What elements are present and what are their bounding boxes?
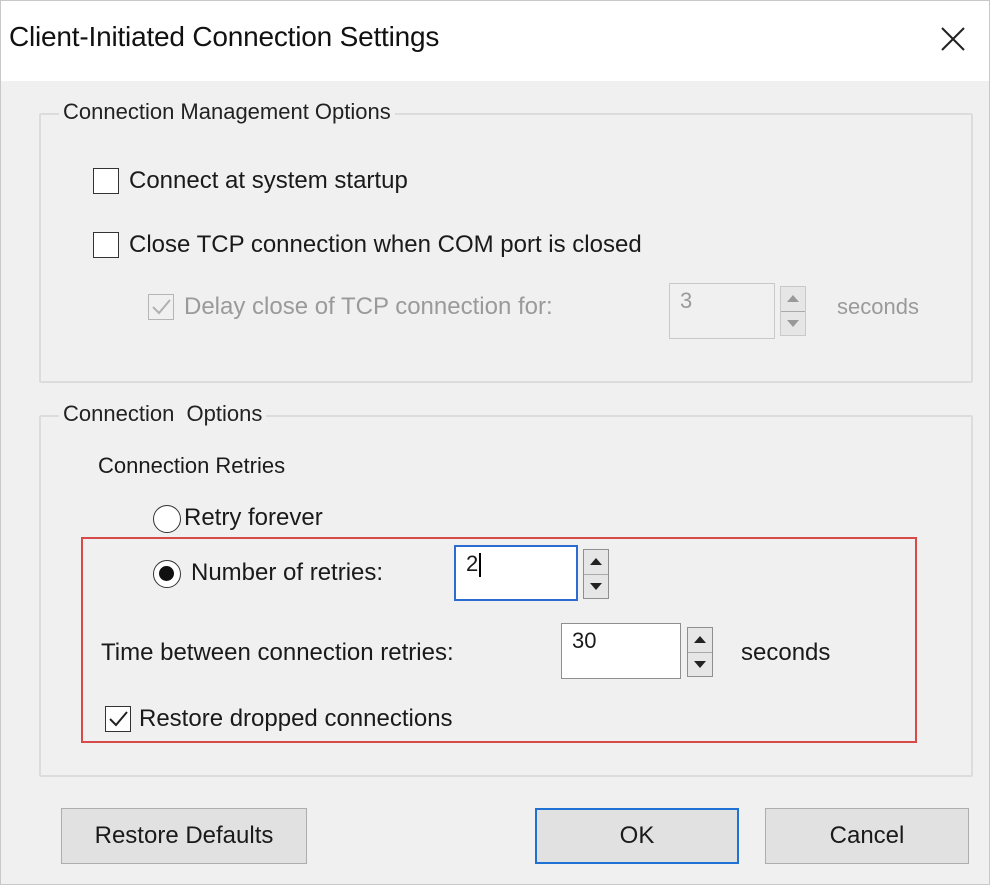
dialog-window: Client-Initiated Connection Settings Con…: [0, 0, 990, 885]
delay-close-unit: seconds: [837, 294, 919, 319]
restore-dropped-checkbox[interactable]: [105, 706, 131, 732]
checkmark-icon: [109, 711, 128, 727]
close-icon: [941, 27, 965, 51]
cancel-button[interactable]: Cancel: [765, 808, 969, 864]
delay-close-spinner[interactable]: [780, 286, 806, 336]
number-of-retries-radio[interactable]: [153, 560, 181, 588]
time-between-value: 30: [572, 628, 597, 653]
close-tcp-label[interactable]: Close TCP connection when COM port is cl…: [129, 231, 642, 259]
delay-close-checkbox[interactable]: [148, 294, 174, 320]
spin-up-icon[interactable]: [781, 287, 805, 312]
connection-management-legend: Connection Management Options: [59, 99, 395, 125]
checkmark-icon: [152, 299, 171, 315]
time-between-input[interactable]: 30: [561, 623, 681, 679]
ok-button[interactable]: OK: [535, 808, 739, 864]
connection-retries-heading: Connection Retries: [98, 453, 286, 478]
spin-down-icon[interactable]: [688, 653, 712, 677]
spin-down-icon[interactable]: [781, 312, 805, 336]
time-between-label: Time between connection retries:: [101, 639, 454, 666]
dialog-title: Client-Initiated Connection Settings: [9, 21, 440, 52]
close-button[interactable]: [933, 19, 973, 59]
radio-selected-dot: [159, 566, 174, 581]
delay-close-input[interactable]: 3: [669, 283, 775, 339]
retry-forever-label[interactable]: Retry forever: [184, 504, 323, 532]
number-of-retries-spinner[interactable]: [583, 549, 609, 599]
delay-close-value: 3: [680, 288, 693, 313]
spin-up-icon[interactable]: [688, 628, 712, 653]
connect-startup-label[interactable]: Connect at system startup: [129, 167, 408, 195]
connection-options-legend: Connection Options: [59, 401, 267, 427]
title-bar: Client-Initiated Connection Settings: [1, 1, 989, 81]
restore-defaults-button[interactable]: Restore Defaults: [61, 808, 307, 864]
number-of-retries-label[interactable]: Number of retries:: [191, 559, 383, 587]
number-of-retries-value: 2: [466, 551, 479, 576]
connect-startup-checkbox[interactable]: [93, 168, 119, 194]
delay-close-label[interactable]: Delay close of TCP connection for:: [184, 293, 553, 321]
time-between-spinner[interactable]: [687, 627, 713, 677]
spin-down-icon[interactable]: [584, 575, 608, 599]
spin-up-icon[interactable]: [584, 550, 608, 575]
restore-dropped-label[interactable]: Restore dropped connections: [139, 705, 453, 733]
close-tcp-checkbox[interactable]: [93, 232, 119, 258]
retry-forever-radio[interactable]: [153, 505, 181, 533]
text-caret: [479, 553, 482, 578]
number-of-retries-input[interactable]: 2: [454, 545, 578, 601]
time-between-unit: seconds: [741, 639, 831, 666]
